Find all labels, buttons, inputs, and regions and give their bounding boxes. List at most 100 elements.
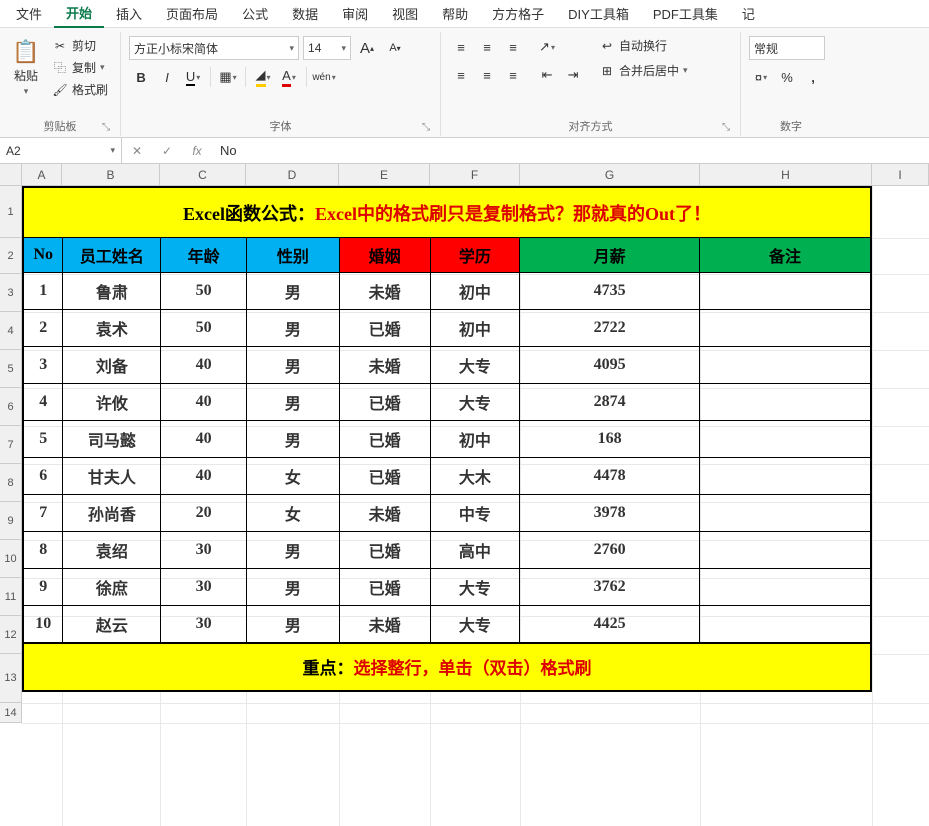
menu-item-7[interactable]: 视图 — [380, 0, 430, 27]
cell-edu[interactable]: 大专 — [430, 605, 520, 642]
align-top-button[interactable]: ≡ — [449, 36, 473, 58]
font-name-select[interactable]: 方正小标宋简体 ▾ — [129, 36, 299, 60]
cell-name[interactable]: 司马懿 — [63, 420, 161, 457]
cell-edu[interactable]: 初中 — [430, 420, 520, 457]
enter-button[interactable]: ✓ — [152, 138, 182, 163]
comma-style-button[interactable]: , — [801, 66, 825, 88]
footer-cell[interactable]: 重点：选择整行，单击（双击）格式刷 — [22, 643, 872, 692]
header-2[interactable]: 年龄 — [161, 238, 247, 272]
row-head-3[interactable]: 3 — [0, 274, 22, 312]
percent-button[interactable]: % — [775, 66, 799, 88]
col-head-H[interactable]: H — [700, 164, 872, 186]
copy-button[interactable]: ⿻ 复制 ▾ — [48, 58, 112, 77]
menu-item-10[interactable]: DIY工具箱 — [556, 0, 641, 27]
row-head-11[interactable]: 11 — [0, 578, 22, 616]
font-size-select[interactable]: 14 ▾ — [303, 36, 351, 60]
cell-age[interactable]: 30 — [161, 605, 247, 642]
cell-sal[interactable]: 168 — [520, 420, 700, 457]
row-head-14[interactable]: 14 — [0, 703, 22, 723]
cell-edu[interactable]: 初中 — [430, 272, 520, 309]
cell-edu[interactable]: 高中 — [430, 531, 520, 568]
cell-name[interactable]: 徐庶 — [63, 568, 161, 605]
cell-age[interactable]: 40 — [161, 346, 247, 383]
cell-sex[interactable]: 男 — [247, 420, 340, 457]
cell-name[interactable]: 鲁肃 — [63, 272, 161, 309]
cell-sex[interactable]: 男 — [247, 346, 340, 383]
cell-marr[interactable]: 已婚 — [339, 309, 430, 346]
menu-item-3[interactable]: 页面布局 — [154, 0, 230, 27]
name-box[interactable]: A2 ▾ — [0, 138, 122, 163]
select-all-corner[interactable] — [0, 164, 22, 186]
row-head-13[interactable]: 13 — [0, 654, 22, 703]
cell-sex[interactable]: 男 — [247, 272, 340, 309]
cell-name[interactable]: 袁绍 — [63, 531, 161, 568]
cell-age[interactable]: 40 — [161, 420, 247, 457]
row-head-2[interactable]: 2 — [0, 238, 22, 274]
row-head-8[interactable]: 8 — [0, 464, 22, 502]
cell-marr[interactable]: 已婚 — [339, 420, 430, 457]
cancel-button[interactable]: ✕ — [122, 138, 152, 163]
cell-no[interactable]: 10 — [23, 605, 63, 642]
cell-note[interactable] — [699, 420, 871, 457]
cell-name[interactable]: 袁术 — [63, 309, 161, 346]
cell-marr[interactable]: 未婚 — [339, 605, 430, 642]
cell-age[interactable]: 40 — [161, 383, 247, 420]
increase-indent-button[interactable]: ⇥ — [561, 64, 585, 86]
header-0[interactable]: No — [23, 238, 63, 272]
decrease-indent-button[interactable]: ⇤ — [535, 64, 559, 86]
orientation-button[interactable]: ↗ — [535, 36, 559, 58]
row-head-9[interactable]: 9 — [0, 502, 22, 540]
col-head-F[interactable]: F — [430, 164, 520, 186]
cell-age[interactable]: 30 — [161, 531, 247, 568]
menu-item-11[interactable]: PDF工具集 — [641, 0, 730, 27]
row-head-12[interactable]: 12 — [0, 616, 22, 654]
cell-marr[interactable]: 未婚 — [339, 272, 430, 309]
row-head-4[interactable]: 4 — [0, 312, 22, 350]
cell-note[interactable] — [699, 457, 871, 494]
cell-age[interactable]: 30 — [161, 568, 247, 605]
cell-age[interactable]: 20 — [161, 494, 247, 531]
cell-sex[interactable]: 男 — [247, 531, 340, 568]
header-6[interactable]: 月薪 — [520, 238, 700, 272]
cell-no[interactable]: 3 — [23, 346, 63, 383]
cell-no[interactable]: 7 — [23, 494, 63, 531]
align-right-button[interactable]: ≡ — [501, 64, 525, 86]
number-format-select[interactable]: 常规 — [749, 36, 825, 60]
col-head-E[interactable]: E — [339, 164, 430, 186]
cell-no[interactable]: 2 — [23, 309, 63, 346]
menu-item-5[interactable]: 数据 — [280, 0, 330, 27]
menu-item-1[interactable]: 开始 — [54, 0, 104, 28]
clipboard-launcher-icon[interactable]: ⤡ — [100, 122, 112, 134]
align-bottom-button[interactable]: ≡ — [501, 36, 525, 58]
cell-note[interactable] — [699, 272, 871, 309]
font-color-button[interactable]: A — [277, 66, 301, 88]
col-head-A[interactable]: A — [22, 164, 62, 186]
cell-sal[interactable]: 2722 — [520, 309, 700, 346]
cell-sal[interactable]: 2874 — [520, 383, 700, 420]
cell-note[interactable] — [699, 346, 871, 383]
border-button[interactable]: ▦ — [216, 66, 240, 88]
cell-sex[interactable]: 男 — [247, 568, 340, 605]
cell-edu[interactable]: 中专 — [430, 494, 520, 531]
cell-note[interactable] — [699, 309, 871, 346]
cell-sex[interactable]: 女 — [247, 457, 340, 494]
cell-name[interactable]: 许攸 — [63, 383, 161, 420]
cell-edu[interactable]: 初中 — [430, 309, 520, 346]
paste-button[interactable]: 📋 粘贴 ▾ — [8, 32, 44, 104]
col-head-I[interactable]: I — [872, 164, 929, 186]
cell-no[interactable]: 5 — [23, 420, 63, 457]
cell-no[interactable]: 8 — [23, 531, 63, 568]
accounting-format-button[interactable]: ¤ — [749, 66, 773, 88]
header-7[interactable]: 备注 — [699, 238, 871, 272]
cell-sex[interactable]: 男 — [247, 383, 340, 420]
row-head-6[interactable]: 6 — [0, 388, 22, 426]
cell-no[interactable]: 6 — [23, 457, 63, 494]
cell-no[interactable]: 4 — [23, 383, 63, 420]
cell-edu[interactable]: 大木 — [430, 457, 520, 494]
cell-marr[interactable]: 已婚 — [339, 383, 430, 420]
merge-center-button[interactable]: ⊞ 合并后居中 ▾ — [595, 61, 692, 80]
header-4[interactable]: 婚姻 — [339, 238, 430, 272]
cell-edu[interactable]: 大专 — [430, 383, 520, 420]
col-head-G[interactable]: G — [520, 164, 700, 186]
align-left-button[interactable]: ≡ — [449, 64, 473, 86]
